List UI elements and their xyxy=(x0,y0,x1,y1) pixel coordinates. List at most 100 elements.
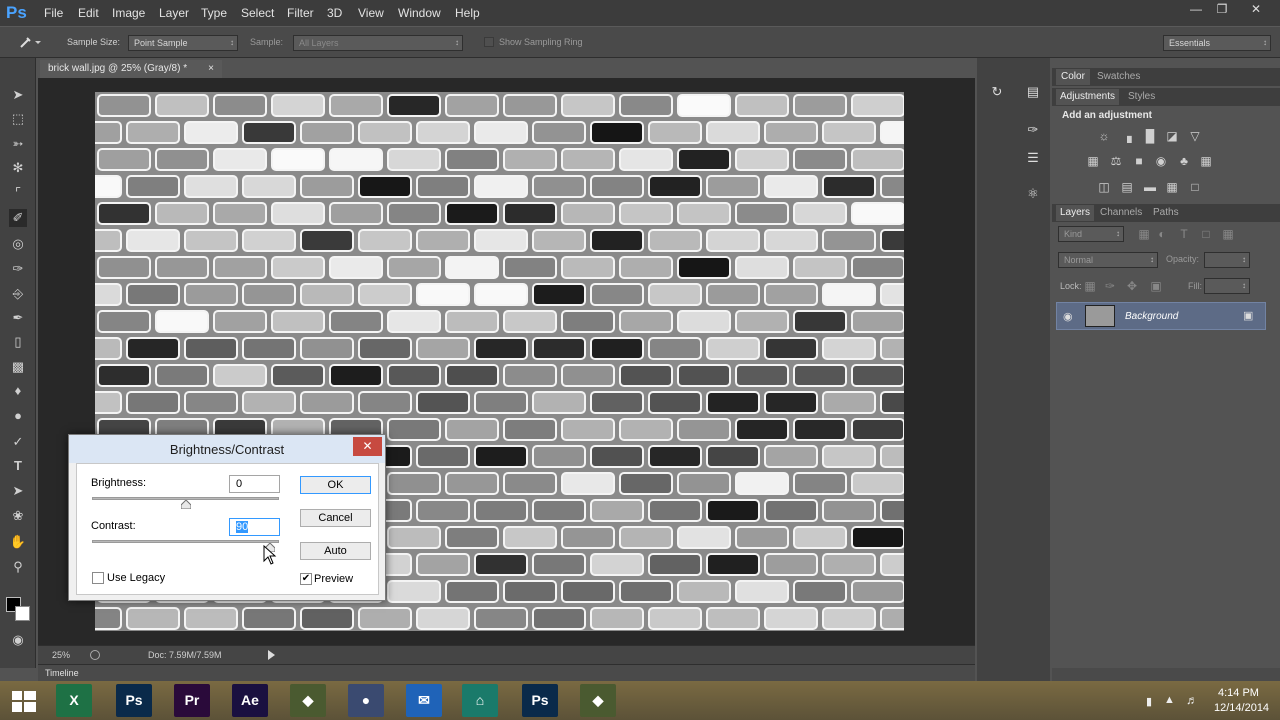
menu-edit[interactable]: Edit xyxy=(78,6,99,20)
dodge-tool-icon[interactable]: ● xyxy=(9,407,27,425)
styles-tab[interactable]: Styles xyxy=(1128,89,1155,105)
taskbar-app-app2[interactable]: ⌂ xyxy=(462,684,498,717)
layer-kind-filter[interactable]: Kind xyxy=(1058,226,1124,242)
use-legacy-checkbox[interactable] xyxy=(92,572,104,584)
lasso-tool-icon[interactable]: ➳ xyxy=(9,135,27,153)
menu-window[interactable]: Window xyxy=(398,6,441,20)
taskbar-app-app[interactable]: ◆ xyxy=(290,684,326,717)
custom-shape-tool-icon[interactable]: ❀ xyxy=(9,507,27,525)
taskbar-app-mail[interactable]: ✉ xyxy=(406,684,442,717)
menu-type[interactable]: Type xyxy=(201,6,227,20)
menu-help[interactable]: Help xyxy=(455,6,480,20)
adjustments-tab[interactable]: Adjustments xyxy=(1056,89,1120,105)
eraser-tool-icon[interactable]: ▯ xyxy=(9,333,27,351)
photo-filter-adj-icon[interactable]: ◉ xyxy=(1153,153,1169,169)
type-tool-icon[interactable]: T xyxy=(9,457,27,475)
brightness-contrast-adj-icon[interactable]: ☼ xyxy=(1096,128,1112,144)
workspace-dropdown[interactable]: Essentials xyxy=(1163,35,1271,51)
document-tab[interactable]: brick wall.jpg @ 25% (Gray/8) * × xyxy=(40,60,222,78)
network-icon[interactable]: ▲ xyxy=(1164,694,1175,706)
layer-name[interactable]: Background xyxy=(1125,311,1178,322)
taskbar-app-firefox[interactable]: ● xyxy=(348,684,384,717)
zoom-level[interactable]: 25% xyxy=(52,650,70,660)
color-tab[interactable]: Color xyxy=(1056,69,1090,85)
marquee-tool-icon[interactable]: ⬚ xyxy=(9,110,27,128)
brush-tool-icon[interactable]: ✑ xyxy=(9,260,27,278)
levels-adj-icon[interactable]: ▗ xyxy=(1119,128,1135,144)
eyedropper-tool-icon[interactable]: ✐ xyxy=(9,209,27,227)
menu-file[interactable]: File xyxy=(44,6,63,20)
curves-adj-icon[interactable]: █ xyxy=(1142,128,1158,144)
shape-filter-icon[interactable]: □ xyxy=(1198,226,1214,242)
clock-time[interactable]: 4:14 PM xyxy=(1218,687,1259,699)
cancel-button[interactable]: Cancel xyxy=(300,509,371,527)
channels-tab[interactable]: Channels xyxy=(1100,205,1142,221)
history-panel-icon[interactable]: ↻ xyxy=(987,82,1007,102)
black-white-adj-icon[interactable]: ■ xyxy=(1131,153,1147,169)
channel-mixer-adj-icon[interactable]: ♣ xyxy=(1176,153,1192,169)
brightness-input[interactable]: 0 xyxy=(229,475,280,493)
invert-adj-icon[interactable]: ◫ xyxy=(1096,179,1112,195)
path-selection-tool-icon[interactable]: ➤ xyxy=(9,482,27,500)
taskbar-app-excel[interactable]: X xyxy=(56,684,92,717)
smart-object-filter-icon[interactable]: ▦ xyxy=(1220,226,1236,242)
blend-mode-dropdown[interactable]: Normal xyxy=(1058,252,1158,268)
pen-tool-icon[interactable]: ✓ xyxy=(9,433,27,451)
blur-tool-icon[interactable]: ♦ xyxy=(9,382,27,400)
timeline-panel-tab[interactable]: Timeline xyxy=(38,664,975,681)
exposure-adj-icon[interactable]: ◪ xyxy=(1164,128,1180,144)
layer-row-background[interactable]: ◉ Background ▣ xyxy=(1056,302,1266,330)
quick-mask-icon[interactable]: ◉ xyxy=(9,631,27,649)
fill-field[interactable] xyxy=(1204,278,1250,294)
menu-filter[interactable]: Filter xyxy=(287,6,314,20)
threshold-adj-icon[interactable]: ▬ xyxy=(1142,179,1158,195)
taskbar-app-after-effects[interactable]: Ae xyxy=(232,684,268,717)
contrast-slider-track[interactable] xyxy=(92,540,279,543)
crop-tool-icon[interactable]: ⌜ xyxy=(9,184,27,202)
contrast-input[interactable]: 90 xyxy=(229,518,280,536)
minimize-button[interactable]: — xyxy=(1182,2,1210,18)
brightness-slider-thumb[interactable] xyxy=(180,500,191,509)
menu-select[interactable]: Select xyxy=(241,6,274,20)
hue-saturation-adj-icon[interactable]: ▦ xyxy=(1085,153,1101,169)
clone-stamp-tool-icon[interactable]: ⎆ xyxy=(9,285,27,303)
close-tab-icon[interactable]: × xyxy=(208,60,214,78)
close-window-button[interactable]: ✕ xyxy=(1242,2,1270,18)
dialog-title[interactable]: Brightness/Contrast xyxy=(69,435,385,463)
adjustment-filter-icon[interactable]: ◐ xyxy=(1154,226,1170,242)
status-info-icon[interactable] xyxy=(90,650,100,660)
taskbar-app-premiere[interactable]: Pr xyxy=(174,684,210,717)
menu-3d[interactable]: 3D xyxy=(327,6,342,20)
preview-checkbox[interactable]: ✔ xyxy=(300,573,312,585)
brush-presets-icon[interactable]: ☰ xyxy=(1023,148,1043,168)
hand-tool-icon[interactable]: ✋ xyxy=(9,533,27,551)
windows-start-icon[interactable] xyxy=(12,691,36,713)
gradient-map-adj-icon[interactable]: ▦ xyxy=(1164,179,1180,195)
clone-source-icon[interactable]: ⚛ xyxy=(1023,184,1043,204)
sample-dropdown[interactable]: All Layers xyxy=(293,35,463,51)
lock-image-icon[interactable]: ✑ xyxy=(1102,278,1118,294)
status-menu-arrow-icon[interactable] xyxy=(268,650,275,660)
layers-tab[interactable]: Layers xyxy=(1056,205,1095,221)
eyedropper-tool-preset-icon[interactable] xyxy=(18,34,44,50)
move-tool-icon[interactable]: ➤ xyxy=(9,86,27,104)
type-filter-icon[interactable]: T xyxy=(1176,226,1192,242)
gradient-tool-icon[interactable]: ▩ xyxy=(9,358,27,376)
history-brush-tool-icon[interactable]: ✒ xyxy=(9,309,27,327)
volume-icon[interactable]: ♬ xyxy=(1186,693,1198,707)
zoom-tool-icon[interactable]: ⚲ xyxy=(9,558,27,576)
properties-panel-icon[interactable]: ▤ xyxy=(1023,82,1043,102)
lock-all-icon[interactable]: ▣ xyxy=(1148,278,1164,294)
healing-brush-tool-icon[interactable]: ◎ xyxy=(9,235,27,253)
posterize-adj-icon[interactable]: ▤ xyxy=(1119,179,1135,195)
clock-date[interactable]: 12/14/2014 xyxy=(1214,702,1269,714)
restore-button[interactable]: ❐ xyxy=(1208,2,1236,18)
taskbar-app-app3[interactable]: ◆ xyxy=(580,684,616,717)
taskbar-app-photoshop[interactable]: Ps xyxy=(116,684,152,717)
sample-size-dropdown[interactable]: Point Sample xyxy=(128,35,238,51)
paths-tab[interactable]: Paths xyxy=(1153,205,1179,221)
color-balance-adj-icon[interactable]: ⚖ xyxy=(1108,153,1124,169)
brush-panel-icon[interactable]: ✑ xyxy=(1023,120,1043,140)
ok-button[interactable]: OK xyxy=(300,476,371,494)
dialog-close-button[interactable]: ✕ xyxy=(353,437,382,456)
